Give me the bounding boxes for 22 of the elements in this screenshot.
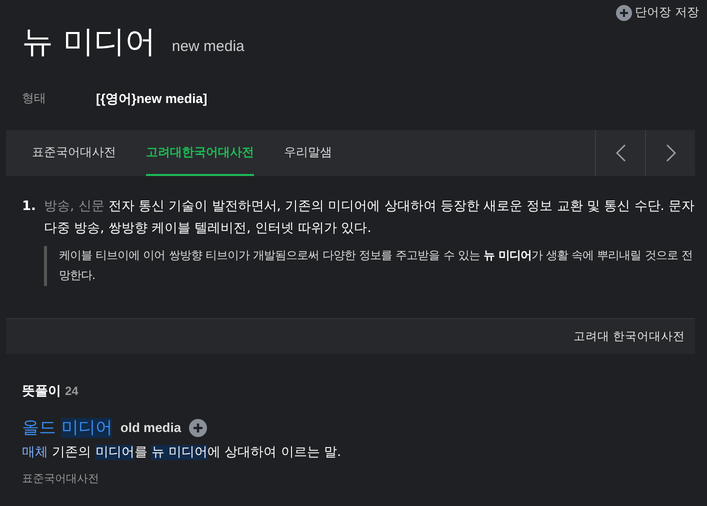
definition-text: 방송, 신문 전자 통신 기술이 발전하면서, 기존의 미디어에 상대하여 등장한 새로운 정보 교환 및 통신 수단. 문자 다중 방송, 쌍방향 케이블 텔레비전, 인터넷 따위가 있다. xyxy=(44,198,695,238)
original-word: new media xyxy=(172,38,244,55)
dictionary-tab[interactable]: 고려대한국어대사전 xyxy=(146,130,254,176)
plus-icon xyxy=(616,4,632,20)
headword: 뉴 미디어 xyxy=(22,24,156,60)
source-label: 고려대 한국어대사전 xyxy=(573,329,685,344)
entry-count: 24 xyxy=(65,384,78,398)
definition-text: 매체 기존의 미디어 를 뉴 미디어에 상대하여 이르는 말. xyxy=(22,444,342,461)
add-icon[interactable] xyxy=(189,418,208,436)
chevron-right-icon xyxy=(664,143,676,163)
dictionary-tab[interactable]: 표준국어대사전 xyxy=(32,130,116,176)
form-label: 형태 xyxy=(22,90,47,107)
dictionary-tab[interactable]: 우리말샘 xyxy=(284,130,332,176)
original-word: old media xyxy=(120,420,182,435)
definition-number: 1. xyxy=(22,198,37,216)
save-to-wordbook-button[interactable]: 단어장 저장 xyxy=(616,4,699,21)
dictionary-label: 표준국어대사전 xyxy=(22,471,100,486)
form-value: [{영어}new media] xyxy=(96,90,208,108)
chevron-left-icon xyxy=(614,143,626,163)
example-sentence: 케이블 티브이에 이어 쌍방향 티브이가 개발됨으로써 다양한 정보를 주고받을 수 있는 뉴 미디어가 생활 속에 뿌리내릴 것으로 전망한다. xyxy=(44,246,695,286)
entry-link[interactable]: 올드 미디어 xyxy=(22,416,112,439)
section-title: 뜻풀이 xyxy=(22,383,61,400)
